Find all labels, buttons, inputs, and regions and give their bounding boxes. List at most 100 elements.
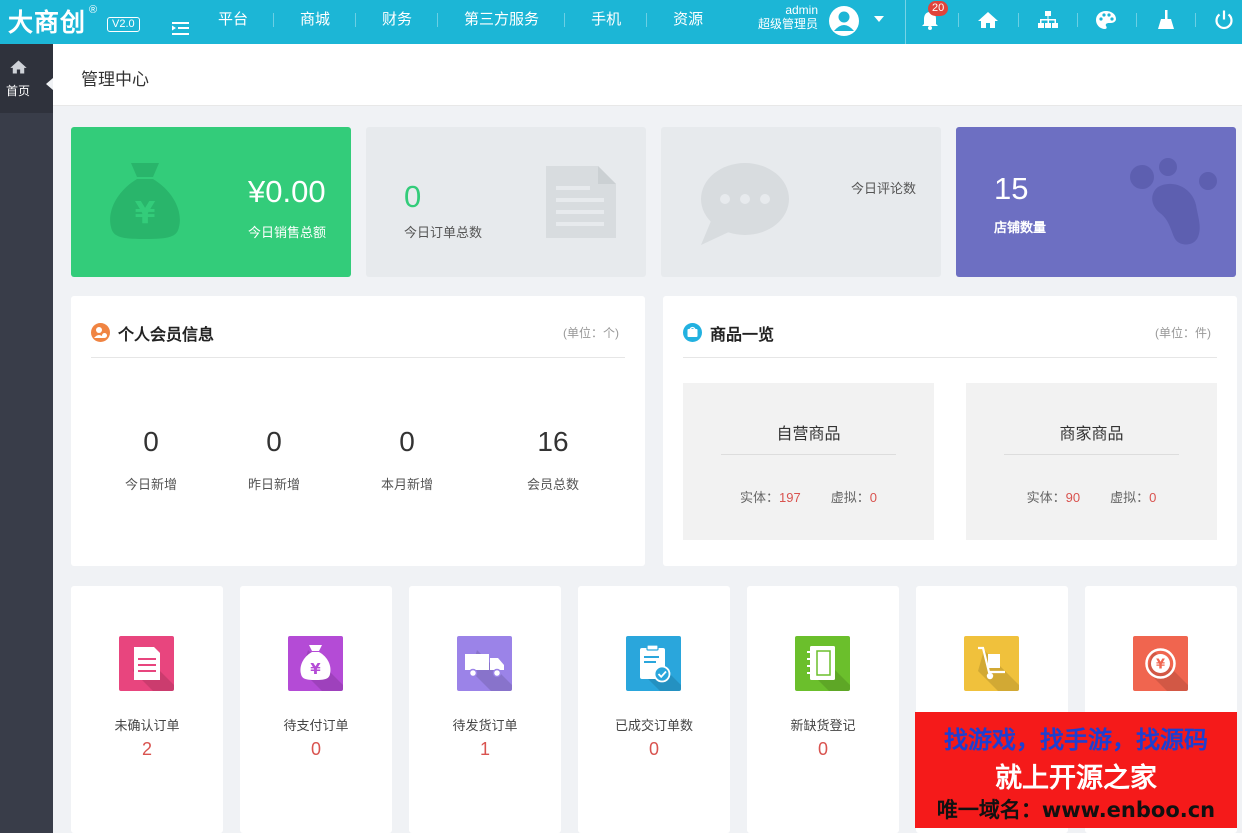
panel-unit: (单位：个)	[563, 326, 619, 340]
svg-text:¥: ¥	[1156, 658, 1165, 673]
box-title: 自营商品	[776, 426, 841, 443]
panel-title: 商品一览	[710, 327, 775, 344]
page-title: 管理中心	[81, 70, 149, 89]
order-label: 未确认订单	[114, 718, 180, 733]
stat-card-comments[interactable]: 今日评论数	[661, 127, 941, 277]
broom-icon[interactable]	[1155, 9, 1177, 31]
stat-card-sales[interactable]: ¥ ¥0.00 今日销售总额	[71, 127, 351, 277]
goods-counts: 实体：90 虚拟：0	[966, 487, 1217, 506]
palette-icon[interactable]	[1095, 9, 1117, 31]
money-bag-icon: ¥	[288, 636, 343, 691]
stat-value: 16	[537, 426, 569, 457]
member-stat-yesterday: 0 昨日新增	[204, 426, 344, 493]
order-card-out-of-stock[interactable]: 新缺货登记 0	[747, 586, 899, 833]
svg-text:¥: ¥	[135, 196, 156, 231]
watermark-line-1: 找游戏，找手游，找源码	[944, 726, 1208, 754]
home-icon[interactable]	[977, 9, 999, 31]
stat-label: 今日评论数	[851, 181, 917, 196]
stat-value: 0	[404, 179, 422, 214]
order-card-completed[interactable]: 已成交订单数 0	[578, 586, 730, 833]
paw-icon	[1130, 158, 1217, 245]
order-card-unconfirmed[interactable]: 未确认订单 2	[71, 586, 223, 833]
order-card-unpaid[interactable]: ¥ 待支付订单 0	[240, 586, 392, 833]
nav-mobile[interactable]: 手机	[565, 0, 648, 44]
virtual-label: 虚拟：	[1110, 490, 1150, 505]
member-stat-total: 16 会员总数	[483, 426, 623, 493]
divider	[1004, 454, 1179, 455]
box-title: 商家商品	[1059, 426, 1124, 443]
divider	[1077, 13, 1078, 27]
avatar-icon[interactable]	[829, 6, 859, 36]
watermark-line-2: 就上开源之家	[995, 763, 1157, 794]
divider	[1018, 13, 1019, 27]
stat-label: 会员总数	[526, 477, 579, 492]
hand-truck-icon	[964, 636, 1019, 691]
merchant-goods-box[interactable]: 商家商品 实体：90 虚拟：0	[966, 383, 1217, 540]
notebook-icon	[795, 636, 850, 691]
logo[interactable]: 大商创	[8, 3, 86, 39]
self-goods-box[interactable]: 自营商品 实体：197 虚拟：0	[683, 383, 934, 540]
divider	[1136, 13, 1137, 27]
order-count: 0	[817, 739, 828, 759]
stat-value: 0	[266, 426, 282, 457]
sidebar-item-label: 首页	[6, 84, 31, 98]
order-count: 2	[141, 739, 152, 759]
registered-mark: ®	[89, 4, 98, 16]
nav-third-party[interactable]: 第三方服务	[438, 0, 566, 44]
user-role: 超级管理员	[757, 17, 818, 31]
document-icon	[119, 636, 174, 691]
menu-toggle-icon[interactable]	[172, 22, 189, 35]
clipboard-check-icon	[626, 636, 681, 691]
nav-resources[interactable]: 资源	[647, 0, 729, 44]
panel-header: 商品一览 (单位：件)	[683, 321, 1217, 358]
member-stat-month: 0 本月新增	[337, 426, 477, 493]
chevron-down-icon[interactable]	[874, 16, 884, 22]
virtual-label: 虚拟：	[830, 490, 870, 505]
document-icon	[546, 166, 616, 238]
nav-platform[interactable]: 平台	[192, 0, 275, 44]
watermark-line-3: 唯一域名：www.enboo.cn	[936, 798, 1216, 822]
top-bar: 大商创 ® V2.0 平台 商城 财务 第三方服务 手机 资源 admin 超级…	[0, 0, 1242, 44]
user-name: admin	[785, 3, 818, 17]
physical-count: 90	[1065, 490, 1081, 505]
stat-label: 今日新增	[124, 477, 177, 492]
active-pointer	[46, 78, 53, 90]
physical-label: 实体：	[1026, 490, 1066, 505]
stat-label: 今日销售总额	[248, 225, 327, 240]
stat-card-shops[interactable]: 15 店铺数量	[956, 127, 1236, 277]
virtual-count: 0	[1149, 490, 1157, 505]
stat-label: 店铺数量	[994, 220, 1047, 235]
goods-panel: 商品一览 (单位：件) 自营商品 实体：197 虚拟：0 商家商品 实体：90 虚拟…	[663, 296, 1237, 566]
order-label: 待发货订单	[452, 718, 518, 733]
stat-card-orders[interactable]: 0 今日订单总数	[366, 127, 646, 277]
sidebar-item-home[interactable]: 首页	[0, 44, 53, 113]
notification-badge: 20	[928, 1, 949, 16]
order-card-unshipped[interactable]: 待发货订单 1	[409, 586, 561, 833]
stat-value: 15	[994, 171, 1029, 206]
user-coin-icon	[91, 323, 110, 342]
order-count: 0	[310, 739, 321, 759]
order-label: 新缺货登记	[790, 718, 856, 733]
power-icon[interactable]	[1213, 9, 1235, 31]
order-label: 待支付订单	[283, 718, 349, 733]
stat-label: 今日订单总数	[404, 225, 483, 240]
truck-icon	[457, 636, 512, 691]
nav-finance[interactable]: 财务	[356, 0, 439, 44]
divider	[958, 13, 959, 27]
member-stat-today: 0 今日新增	[81, 426, 221, 493]
chat-bubble-icon	[701, 163, 789, 245]
svg-text:¥: ¥	[310, 660, 321, 678]
sitemap-icon[interactable]	[1037, 9, 1059, 31]
panel-header: 个人会员信息 (单位：个)	[91, 321, 625, 358]
panel-unit: (单位：件)	[1155, 326, 1211, 340]
refund-icon: ¥	[1133, 636, 1188, 691]
nav-mall[interactable]: 商城	[274, 0, 357, 44]
stat-value: 0	[143, 426, 159, 457]
title-bar: 管理中心	[53, 44, 1242, 106]
order-label: 已成交订单数	[614, 718, 693, 733]
money-bag-icon: ¥	[110, 163, 180, 239]
user-info[interactable]: admin 超级管理员	[754, 3, 818, 31]
stat-label: 昨日新增	[247, 477, 300, 492]
virtual-count: 0	[869, 490, 877, 505]
watermark-banner: 找游戏，找手游，找源码 就上开源之家 唯一域名：www.enboo.cn	[915, 712, 1237, 828]
